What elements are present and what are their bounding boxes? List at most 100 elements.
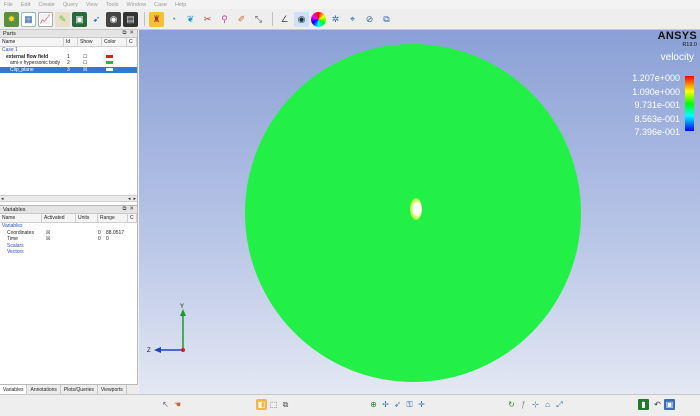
box-select-icon[interactable]: ⬚ [268, 399, 279, 410]
select-part-icon[interactable]: ◧ [256, 399, 267, 410]
menu-bar: File Edit Create Query View Tools Window Case He… [0, 0, 700, 9]
part-show-checkbox[interactable]: ☐ [78, 54, 102, 60]
variable-row[interactable]: Coordinates ☒ 0 88.0517 [0, 230, 137, 237]
parts-col-show[interactable]: Show [78, 38, 102, 46]
annotate-icon[interactable]: ◔ [166, 12, 181, 27]
refresh-icon[interactable]: ↻ [506, 399, 517, 410]
variable-row[interactable]: Vectors [0, 249, 137, 256]
toolbar-separator [144, 12, 145, 26]
menu-help[interactable]: Help [175, 2, 186, 8]
eye-icon[interactable]: ◉ [294, 11, 309, 27]
part-row[interactable]: ami-v hypersonic body 2 ☐ [0, 60, 137, 67]
part-show-checkbox[interactable]: ☒ [78, 67, 102, 73]
variable-activated-checkbox[interactable]: ☒ [42, 230, 76, 236]
tools-icon[interactable]: ✎ [55, 11, 70, 27]
tab-viewports[interactable]: Viewports [98, 385, 127, 394]
copy-icon[interactable]: ⧉ [280, 399, 291, 410]
palette-icon[interactable]: ♜ [149, 11, 164, 27]
scroll-right-icon[interactable]: ▸ [133, 196, 136, 202]
tab-annotations[interactable]: Annotations [27, 385, 61, 394]
window-icon[interactable]: ▣ [664, 399, 675, 410]
float-icon[interactable]: ⧉ [122, 206, 126, 213]
status-icon[interactable]: ▮ [638, 399, 649, 410]
part-name: Case 1 [2, 47, 18, 54]
scroll-left-icon[interactable]: ◂ [1, 196, 4, 202]
pin-icon[interactable]: ⚲ [217, 12, 232, 27]
part-show-checkbox[interactable]: ☐ [78, 60, 102, 66]
vector-icon[interactable]: ➹ [89, 12, 104, 27]
probe-icon[interactable]: ➶ [392, 399, 403, 410]
x-axis-dot [181, 348, 185, 352]
parts-col-color[interactable]: Color [102, 38, 127, 46]
angle-icon[interactable]: ∠ [277, 12, 292, 27]
menu-edit[interactable]: Edit [21, 2, 30, 8]
box-icon[interactable]: ⧉ [379, 12, 394, 27]
menu-file[interactable]: File [4, 2, 13, 8]
measure-icon[interactable]: ✛ [416, 399, 427, 410]
legend-value: 9.731e-001 [634, 100, 680, 111]
parts-icon[interactable]: ✸ [4, 11, 19, 27]
variable-activated-checkbox[interactable]: ☒ [42, 236, 76, 242]
parts-scrollbar[interactable]: ◂ ◂ ▸ [0, 195, 137, 202]
legend-title: velocity [660, 52, 694, 63]
part-color-swatch[interactable] [102, 60, 127, 66]
menu-view[interactable]: View [86, 2, 98, 8]
part-color-swatch[interactable] [102, 54, 127, 60]
part-id: 2 [67, 60, 70, 67]
pointer-icon[interactable]: ↖ [160, 399, 171, 410]
fx-icon[interactable]: ƒ [518, 399, 529, 410]
select-icon[interactable]: ⌖ [345, 12, 360, 27]
parts-panel-header: Parts ⧉ ✕ [0, 30, 137, 38]
menu-create[interactable]: Create [38, 2, 55, 8]
zoom-icon[interactable]: ⊕ [368, 399, 379, 410]
close-icon[interactable]: ✕ [129, 30, 134, 37]
view-icon[interactable]: ⤡ [251, 12, 266, 27]
parts-col-c[interactable]: C [127, 38, 137, 46]
part-color-swatch[interactable] [102, 67, 127, 73]
menu-window[interactable]: Window [127, 2, 147, 8]
variables-col-activated[interactable]: Activated [42, 214, 76, 222]
color-drop-icon[interactable]: ❦ [183, 12, 198, 27]
parts-col-name[interactable]: Name [0, 38, 64, 46]
color-wheel-icon[interactable] [311, 11, 326, 27]
tab-plots-queries[interactable]: Plots/Queries [61, 385, 98, 394]
tab-variables[interactable]: Variables [0, 385, 28, 394]
camera-icon[interactable]: ◉ [106, 11, 121, 27]
hide-icon[interactable]: ⊘ [362, 12, 377, 27]
hand-icon[interactable]: ☚ [172, 399, 183, 410]
scroll-left-icon[interactable]: ◂ [128, 196, 131, 202]
parts-panel-title: Parts [3, 30, 16, 37]
variables-col-range[interactable]: Range [98, 214, 128, 222]
color-legend-bar[interactable] [685, 76, 694, 131]
film-icon[interactable]: ▤ [123, 11, 138, 27]
translate-icon[interactable]: ✢ [380, 399, 391, 410]
variable-row[interactable]: Time ☒ 0 0 [0, 236, 137, 243]
variables-col-c[interactable]: C [128, 214, 137, 222]
menu-query[interactable]: Query [63, 2, 78, 8]
rotate-icon[interactable]: ✲ [328, 12, 343, 27]
part-row[interactable]: external flow field 1 ☐ [0, 54, 137, 61]
variable-range-max: 0 [106, 236, 109, 243]
part-row[interactable]: Clip_plane 3 ☒ [0, 66, 137, 73]
variables-panel-title: Variables [3, 206, 26, 213]
parts-col-id[interactable]: Id [64, 38, 78, 46]
reset-view-icon[interactable]: ⌂ [542, 399, 553, 410]
undo-icon[interactable]: ↶ [652, 399, 663, 410]
grid-icon[interactable]: ▦ [21, 11, 36, 27]
cut-icon[interactable]: ✂ [200, 12, 215, 27]
pick-icon[interactable]: ⊹ [530, 399, 541, 410]
variables-col-name[interactable]: Name [0, 214, 42, 222]
close-icon[interactable]: ✕ [129, 206, 134, 213]
graphics-viewport[interactable]: ANSYS R19.0 velocity 1.207e+000 1.090e+0… [139, 30, 700, 394]
chart-icon[interactable]: 📈 [38, 11, 53, 27]
fit-view-icon[interactable]: ⤢ [554, 399, 565, 410]
menu-case[interactable]: Case [154, 2, 167, 8]
y-axis-arrow [180, 309, 186, 316]
legend-value: 7.396e-001 [634, 127, 680, 138]
float-icon[interactable]: ⧉ [122, 30, 126, 37]
brush-icon[interactable]: ✐ [234, 12, 249, 27]
lock-icon[interactable]: ⚿ [404, 399, 415, 410]
variables-col-units[interactable]: Units [76, 214, 98, 222]
menu-tools[interactable]: Tools [106, 2, 119, 8]
image-icon[interactable]: ▣ [72, 11, 87, 27]
